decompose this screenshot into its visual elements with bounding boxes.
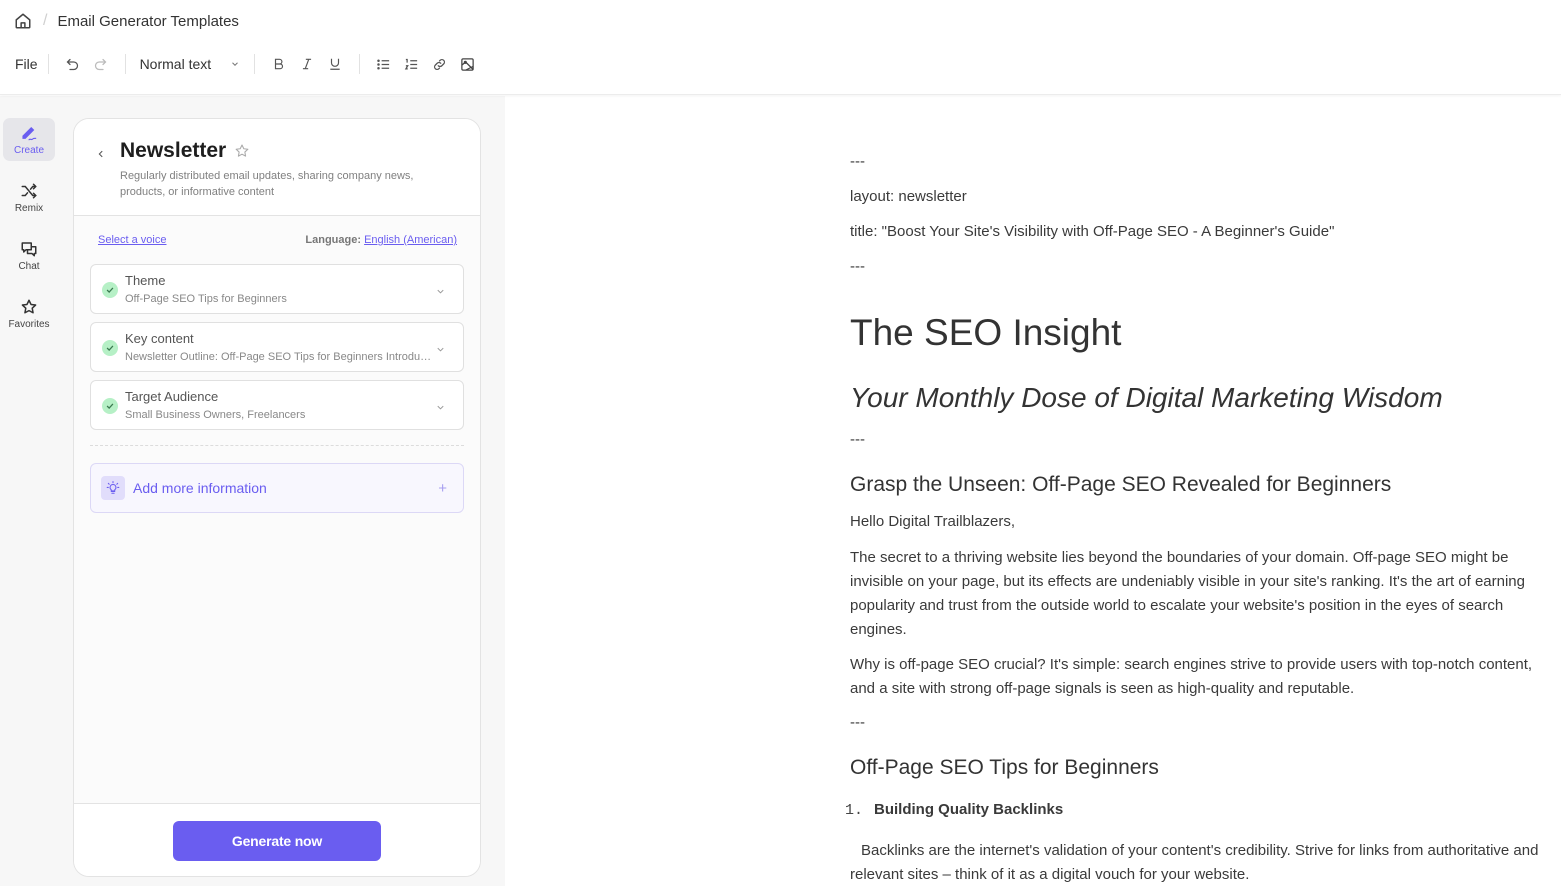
panel-footer: Generate now [74,803,480,876]
chevron-down-icon[interactable] [435,342,447,354]
rail-item-label: Favorites [8,318,50,330]
plus-icon: + [438,480,447,497]
field-value: Off-Page SEO Tips for Beginners [125,293,287,305]
section-heading: Grasp the Unseen: Off-Page SEO Revealed … [850,473,1392,496]
template-description: Regularly distributed email updates, sha… [120,170,414,198]
newsletter-subheading: Your Monthly Dose of Digital Marketing W… [850,382,1443,413]
select-voice-link[interactable]: Select a voice [98,234,166,246]
link-button[interactable] [426,52,454,76]
rail-item-favorites[interactable]: Favorites [3,292,55,335]
shuffle-icon [21,183,37,198]
front-matter-open: --- [850,153,865,170]
toolbar-divider [358,54,360,74]
rail-item-label: Remix [14,202,44,214]
panel-header: Newsletter Regularly distributed email u… [74,119,480,216]
chevron-down-icon[interactable] [435,400,447,412]
toolbar-divider [124,54,126,74]
rail-item-create[interactable]: Create [3,118,55,161]
dashed-divider [90,445,464,446]
list-item-title: Building Quality Backlinks [874,801,1064,818]
italic-button[interactable] [293,52,321,76]
field-label: Theme [125,273,166,288]
toolbar-divider [253,54,255,74]
rail-item-label: Create [13,144,44,156]
list-number: 1. [845,802,864,819]
bulleted-list-icon [377,59,390,69]
field-value: Newsletter Outline: Off-Page SEO Tips fo… [125,351,435,363]
field-value: Small Business Owners, Freelancers [125,409,306,421]
breadcrumb-separator: / [43,12,48,29]
greeting-paragraph: Hello Digital Trailblazers, [850,513,1016,530]
add-more-information-button[interactable]: Add more information + [90,463,464,513]
rail-item-label: Chat [18,260,40,272]
front-matter-title: title: "Boost Your Site's Visibility wit… [850,223,1335,240]
field-label: Key content [125,331,194,346]
rail-item-chat[interactable]: Chat [3,234,55,277]
front-matter-layout: layout: newsletter [850,188,967,205]
underline-button[interactable] [321,52,349,76]
divider-text: --- [850,714,865,731]
numbered-list-icon [404,58,418,69]
generate-now-button[interactable]: Generate now [173,821,381,861]
star-outline-icon [235,144,249,157]
front-matter-close: --- [850,258,865,275]
template-panel: Newsletter Regularly distributed email u… [73,118,481,877]
intro-paragraph: The secret to a thriving website lies be… [850,549,1525,638]
favorite-button[interactable] [234,143,252,161]
italic-icon [302,58,311,70]
field-label: Target Audience [125,389,219,404]
numbered-list-button[interactable] [398,52,426,76]
back-button[interactable] [94,147,108,161]
section-heading: Off-Page SEO Tips for Beginners [850,756,1159,779]
app-header: / Email Generator Templates File Normal … [0,0,1561,95]
underline-icon [329,58,340,70]
chevron-down-icon[interactable] [435,284,447,296]
template-title: Newsletter [120,139,227,162]
field-key-content[interactable]: Key content Newsletter Outline: Off-Page… [90,322,464,372]
bulleted-list-button[interactable] [370,52,398,76]
redo-button[interactable] [87,52,115,76]
chat-icon [21,241,37,256]
field-target-audience[interactable]: Target Audience Small Business Owners, F… [90,380,464,430]
link-icon [434,58,446,70]
chevron-left-icon [98,150,103,158]
check-icon [102,398,118,414]
breadcrumb-title[interactable]: Email Generator Templates [57,13,238,30]
undo-button[interactable] [59,52,87,76]
file-menu[interactable]: File [15,56,38,72]
why-paragraph: Why is off-page SEO crucial? It's simple… [850,656,1533,697]
redo-icon [94,58,107,70]
chevron-down-icon [231,62,238,66]
check-icon [102,282,118,298]
image-icon [461,57,474,71]
pen-icon [22,126,37,140]
breadcrumb: / Email Generator Templates [13,10,239,32]
lightbulb-icon [101,476,125,500]
text-style-select[interactable]: Normal text [136,56,244,72]
add-more-label: Add more information [133,480,267,496]
bold-button[interactable] [265,52,293,76]
star-icon [21,299,37,314]
editor-toolbar: File Normal text [15,52,482,76]
home-icon[interactable] [13,11,33,31]
backlinks-paragraph: Backlinks are the internet's validation … [850,842,1539,883]
toolbar-divider [47,54,49,74]
field-theme[interactable]: Theme Off-Page SEO Tips for Beginners [90,264,464,314]
rail-item-remix[interactable]: Remix [3,176,55,219]
undo-icon [66,58,79,70]
voice-language-row: Select a voice Language: English (Americ… [98,234,457,248]
language-label: Language: [305,234,362,246]
image-button[interactable] [454,52,482,76]
language-link[interactable]: English (American) [364,234,457,246]
text-style-value: Normal text [139,56,212,72]
newsletter-heading: The SEO Insight [850,312,1122,353]
left-rail: Create Remix Chat Favorites [0,96,58,886]
divider-text: --- [850,431,865,448]
language-setting: Language: English (American) [305,234,457,246]
check-icon [102,340,118,356]
bold-icon [274,58,283,70]
